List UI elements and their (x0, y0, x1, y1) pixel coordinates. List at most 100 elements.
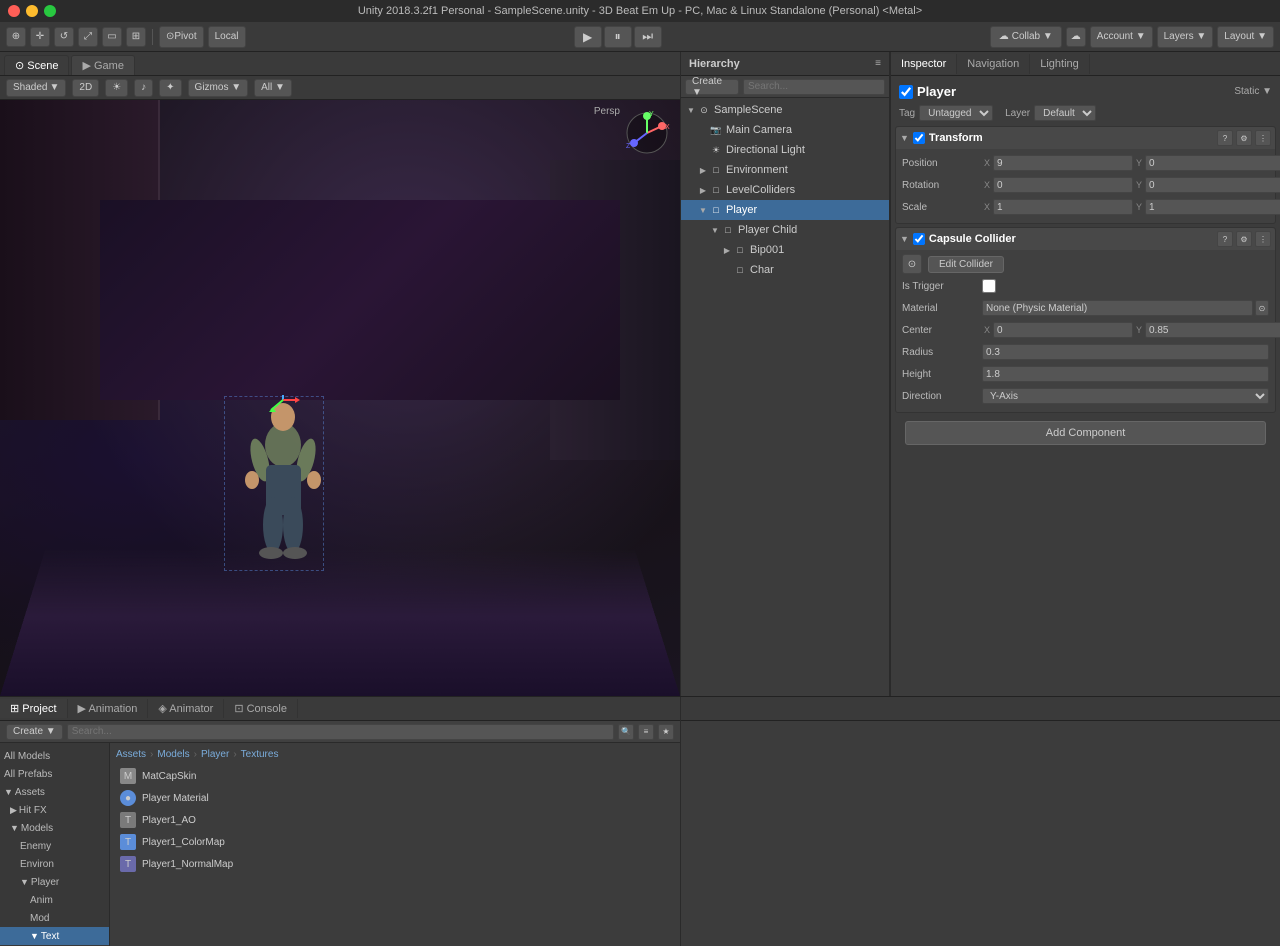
tab-game[interactable]: ▶ Game (71, 55, 134, 75)
tab-lighting[interactable]: Lighting (1030, 54, 1090, 74)
play-button[interactable]: ▶ (574, 26, 602, 48)
tab-console[interactable]: ⊡ Console (224, 699, 298, 718)
tab-inspector[interactable]: Inspector (891, 54, 957, 74)
scene-view[interactable]: Persp X Y Z (0, 100, 680, 696)
transform-enabled[interactable] (913, 132, 925, 144)
rotation-x[interactable] (993, 177, 1133, 193)
all-layers[interactable]: All ▼ (254, 79, 292, 97)
add-component-button[interactable]: Add Component (905, 421, 1266, 445)
effects-toggle[interactable]: ✦ (159, 79, 181, 97)
object-active-checkbox[interactable] (899, 85, 913, 99)
capsule-enabled[interactable] (913, 233, 925, 245)
file-item-player1-colormap[interactable]: T Player1_ColorMap (116, 832, 674, 852)
project-item-text[interactable]: ▼ Text (0, 927, 109, 945)
project-item-anim[interactable]: Anim (0, 891, 109, 909)
breadcrumb-models[interactable]: Models (157, 749, 189, 760)
position-x[interactable] (993, 155, 1133, 171)
pivot-btn[interactable]: ⊙ Pivot (159, 26, 204, 48)
project-item-all-prefabs[interactable]: All Prefabs (0, 765, 109, 783)
move-tool[interactable]: ✛ (30, 27, 50, 47)
scale-x[interactable] (993, 199, 1133, 215)
hierarchy-search[interactable] (743, 79, 885, 95)
project-item-all-models[interactable]: All Models (0, 747, 109, 765)
capsule-collider-header[interactable]: ▼ Capsule Collider ? ⚙ ⋮ (896, 228, 1275, 250)
scale-y[interactable] (1145, 199, 1280, 215)
capsule-icon-3[interactable]: ⋮ (1255, 231, 1271, 247)
step-button[interactable]: ⏭ (634, 26, 662, 48)
layer-select[interactable]: Default (1034, 105, 1096, 121)
tab-animator[interactable]: ◈ Animator (148, 699, 224, 718)
material-field[interactable] (982, 300, 1253, 316)
project-item-enemy[interactable]: Enemy (0, 837, 109, 855)
project-item-player-tree[interactable]: ▼ Player (0, 873, 109, 891)
center-y[interactable] (1145, 322, 1280, 338)
edit-collider-button[interactable]: Edit Collider (928, 256, 1004, 273)
project-item-hit-fx[interactable]: ▶ Hit FX (0, 801, 109, 819)
project-search[interactable] (67, 724, 614, 740)
breadcrumb-player[interactable]: Player (201, 749, 229, 760)
hierarchy-item-levelcolliders[interactable]: ▶ □ LevelColliders (681, 180, 889, 200)
tab-project[interactable]: ⊞ Project (0, 699, 68, 718)
rotation-y[interactable] (1145, 177, 1280, 193)
gizmos-btn[interactable]: Gizmos ▼ (188, 79, 249, 97)
transform-icon-2[interactable]: ⚙ (1236, 130, 1252, 146)
file-item-player-material[interactable]: ● Player Material (116, 788, 674, 808)
project-search-btn[interactable]: 🔍 (618, 724, 634, 740)
hierarchy-item-environment[interactable]: ▶ □ Environment (681, 160, 889, 180)
tab-animation[interactable]: ▶ Animation (68, 699, 149, 718)
center-x[interactable] (993, 322, 1133, 338)
file-item-matcapskin[interactable]: M MatCapSkin (116, 766, 674, 786)
close-button[interactable] (8, 5, 20, 17)
tab-scene[interactable]: ⊙ Scene (4, 55, 69, 75)
static-label[interactable]: Static ▼ (1234, 86, 1272, 97)
hierarchy-item-player[interactable]: ▼ □ Player (681, 200, 889, 220)
hierarchy-menu[interactable]: ≡ (875, 58, 881, 69)
project-star-btn[interactable]: ★ (658, 724, 674, 740)
unity-icon[interactable]: ⊕ (6, 27, 26, 47)
hierarchy-item-bip001[interactable]: ▶ □ Bip001 (681, 240, 889, 260)
scale-tool[interactable]: ⤢ (78, 27, 98, 47)
hierarchy-item-main-camera[interactable]: 📷 Main Camera (681, 120, 889, 140)
material-picker[interactable]: ⊙ (1255, 300, 1269, 316)
tab-navigation[interactable]: Navigation (957, 54, 1030, 74)
project-create-btn[interactable]: Create ▼ (6, 724, 63, 740)
hierarchy-item-player-child[interactable]: ▼ □ Player Child (681, 220, 889, 240)
project-item-environ[interactable]: Environ (0, 855, 109, 873)
transform-header[interactable]: ▼ Transform ? ⚙ ⋮ (896, 127, 1275, 149)
local-btn[interactable]: Local (208, 26, 246, 48)
layers-btn[interactable]: Layers ▼ (1157, 26, 1214, 48)
capsule-icon-2[interactable]: ⚙ (1236, 231, 1252, 247)
pause-button[interactable]: ⏸ (604, 26, 632, 48)
minimize-button[interactable] (26, 5, 38, 17)
2d-button[interactable]: 2D (72, 79, 99, 97)
tag-select[interactable]: Untagged (919, 105, 993, 121)
project-item-mod[interactable]: Mod (0, 909, 109, 927)
transform-icon-1[interactable]: ? (1217, 130, 1233, 146)
shaded-dropdown[interactable]: Shaded ▼ (6, 79, 66, 97)
hierarchy-item-dir-light[interactable]: ☀ Directional Light (681, 140, 889, 160)
account-btn[interactable]: Account ▼ (1090, 26, 1153, 48)
audio-toggle[interactable]: ♪ (134, 79, 153, 97)
file-item-player1-normalmap[interactable]: T Player1_NormalMap (116, 854, 674, 874)
direction-select[interactable]: Y-Axis X-Axis Z-Axis (982, 388, 1269, 404)
project-item-assets[interactable]: ▼ Assets (0, 783, 109, 801)
height-input[interactable] (982, 366, 1269, 382)
position-y[interactable] (1145, 155, 1280, 171)
rotate-tool[interactable]: ↺ (54, 27, 74, 47)
transform-tool[interactable]: ⊞ (126, 27, 146, 47)
project-item-models[interactable]: ▼ Models (0, 819, 109, 837)
layout-btn[interactable]: Layout ▼ (1217, 26, 1274, 48)
project-sort-btn[interactable]: ≡ (638, 724, 654, 740)
file-item-player1-ao[interactable]: T Player1_AO (116, 810, 674, 830)
breadcrumb-assets[interactable]: Assets (116, 749, 146, 760)
create-dropdown[interactable]: Create ▼ (685, 79, 739, 95)
maximize-button[interactable] (44, 5, 56, 17)
collab-btn[interactable]: ☁ Collab ▼ (990, 26, 1062, 48)
breadcrumb-textures[interactable]: Textures (241, 749, 279, 760)
hierarchy-item-samplescene[interactable]: ▼ ⊙ SampleScene (681, 100, 889, 120)
is-trigger-checkbox[interactable] (982, 279, 996, 293)
cloud-btn[interactable]: ☁ (1066, 27, 1086, 47)
capsule-icon-1[interactable]: ? (1217, 231, 1233, 247)
axis-gizmo[interactable]: X Y Z (622, 108, 672, 158)
radius-input[interactable] (982, 344, 1269, 360)
